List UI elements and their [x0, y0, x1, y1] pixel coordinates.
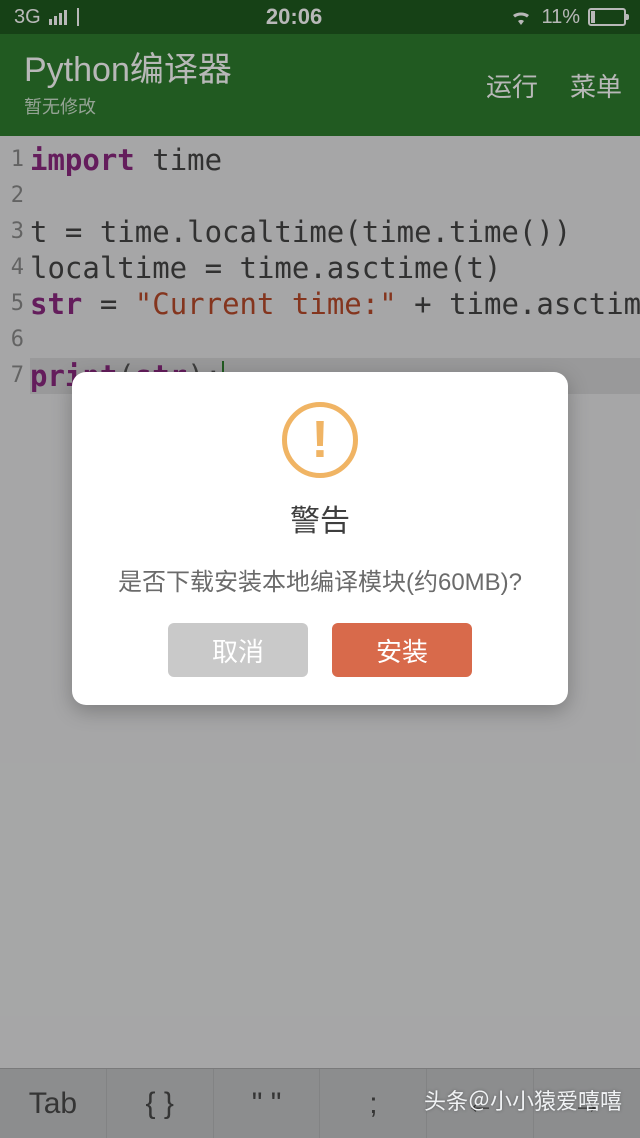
watermark-text: 头条＠小小猿爱嘻嘻: [424, 1084, 622, 1116]
warning-dialog: ! 警告 是否下载安装本地编译模块(约60MB)? 取消 安装: [72, 372, 568, 705]
dialog-title: 警告: [102, 496, 538, 540]
cancel-button[interactable]: 取消: [168, 623, 308, 677]
dialog-message: 是否下载安装本地编译模块(约60MB)?: [102, 562, 538, 597]
warning-icon: !: [282, 402, 358, 478]
install-button[interactable]: 安装: [332, 623, 472, 677]
watermark: 头条＠小小猿爱嘻嘻: [424, 1084, 622, 1116]
